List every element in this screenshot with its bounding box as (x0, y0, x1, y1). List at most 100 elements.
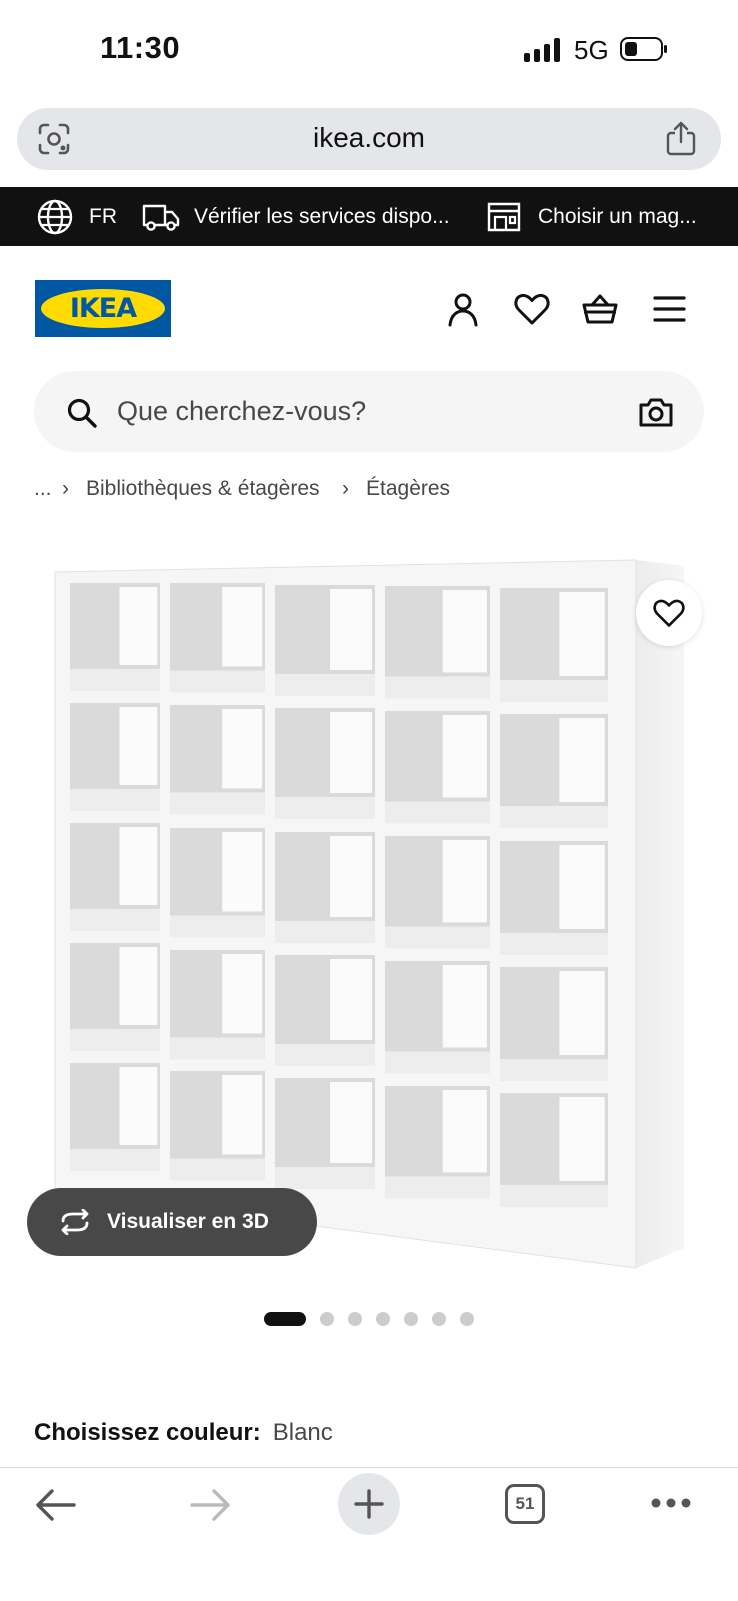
shelf-cube-floor (70, 789, 160, 811)
network-type: 5G (574, 35, 609, 65)
heart-icon (653, 599, 685, 627)
carousel-dot[interactable] (432, 1312, 446, 1326)
shelf-cube-floor (385, 1051, 490, 1074)
shelf-cube-floor (385, 926, 490, 949)
shelf-cube-opening (330, 1082, 372, 1163)
shelf-cube-floor (385, 1176, 490, 1199)
tabs-count: 51 (515, 1494, 535, 1513)
delivery-truck-icon (142, 204, 180, 231)
language-selector[interactable]: FR (37, 187, 117, 246)
globe-icon (37, 199, 73, 234)
shelf-cube-opening (330, 712, 372, 793)
shelf-cube-floor (170, 670, 265, 693)
shelf-cube-opening (119, 707, 158, 785)
shopping-basket-icon[interactable] (581, 290, 619, 328)
shelf-cube-floor (275, 1167, 375, 1189)
battery-icon (620, 37, 667, 61)
carousel-dot[interactable] (348, 1312, 362, 1326)
user-account-icon[interactable] (444, 290, 482, 328)
shelf-cube-opening (559, 592, 605, 676)
menu-icon[interactable] (651, 290, 689, 328)
shelf-cube-opening (559, 845, 605, 929)
search-input[interactable]: Que cherchez-vous? (117, 396, 366, 427)
breadcrumb-bookcases[interactable]: Bibliothèques & étagères (86, 477, 320, 501)
choose-store-label: Choisir un mag... (538, 204, 697, 228)
shelf-cube-floor (170, 1158, 265, 1181)
product-image-kallax-shelf[interactable] (0, 540, 738, 1280)
services-banner: FR Vérifier les services dispo... Choisi… (0, 187, 738, 246)
breadcrumb-shelves[interactable]: Étagères (366, 477, 450, 501)
shelf-cube-floor (275, 921, 375, 943)
color-chooser[interactable]: Choisissez couleur: Blanc (34, 1419, 333, 1447)
carousel-dot[interactable] (320, 1312, 334, 1326)
shelf-cube-opening (559, 718, 605, 802)
shelf-cube-floor (500, 933, 608, 955)
shelf-cube-floor (70, 1149, 160, 1171)
shelf-cube-opening (330, 836, 372, 917)
choose-store-link[interactable]: Choisir un mag... (486, 187, 697, 246)
shelf-cube-opening (222, 832, 263, 912)
add-to-favorites-button[interactable] (636, 580, 702, 646)
shelf-cube-floor (275, 1044, 375, 1066)
shelf-cube-floor (385, 801, 490, 824)
shelf-cube-opening (442, 715, 487, 798)
chevron-right-icon: › (342, 477, 349, 500)
shelf-cube-opening (559, 971, 605, 1055)
color-value: Blanc (272, 1419, 333, 1446)
shelf-cube-opening (222, 709, 263, 789)
shelf-cube-floor (500, 1185, 608, 1207)
store-icon (487, 202, 521, 231)
image-carousel-pagination (0, 1311, 738, 1327)
shelf-cube-floor (70, 669, 160, 691)
language-label: FR (89, 204, 117, 228)
tabs-count-button[interactable]: 51 (505, 1484, 545, 1524)
shelf-cube-floor (70, 909, 160, 931)
shelf-cube-opening (119, 1067, 158, 1145)
shelf-cube-floor (70, 1029, 160, 1051)
check-services-link[interactable]: Vérifier les services dispo... (142, 187, 450, 246)
carousel-dot[interactable] (404, 1312, 418, 1326)
shelf-cube-opening (442, 965, 487, 1048)
new-tab-button[interactable] (338, 1473, 400, 1535)
plus-icon (354, 1489, 384, 1519)
shelf-cube-opening (442, 840, 487, 923)
shelf-cube-opening (330, 959, 372, 1040)
shelf-cube-opening (222, 954, 263, 1034)
shelf-cube-opening (222, 1075, 263, 1155)
shelf-cube-opening (330, 589, 372, 670)
shelf-cube-opening (442, 1090, 487, 1173)
carousel-dot[interactable] (460, 1312, 474, 1326)
shelf-cube-opening (119, 587, 158, 665)
color-label: Choisissez couleur: (34, 1419, 261, 1446)
status-time: 11:30 (100, 30, 181, 65)
shelf-cube-floor (385, 676, 490, 699)
camera-search-icon[interactable] (638, 396, 674, 428)
share-icon[interactable] (664, 120, 698, 156)
shelf-cube-floor (275, 797, 375, 819)
check-services-label: Vérifier les services dispo... (194, 204, 450, 228)
shelf-cube-opening (222, 587, 263, 667)
breadcrumb-ellipsis[interactable]: ... (34, 477, 52, 501)
carousel-dot[interactable] (264, 1312, 306, 1326)
shelf-cube-opening (119, 827, 158, 905)
view-in-3d-button[interactable]: Visualiser en 3D (27, 1188, 317, 1256)
shelf-cube-opening (119, 947, 158, 1025)
shelf-cube-opening (442, 590, 487, 673)
back-arrow-icon[interactable] (34, 1488, 76, 1522)
shelf-cube-floor (170, 792, 265, 815)
view-in-3d-label: Visualiser en 3D (107, 1210, 269, 1233)
search-icon (67, 398, 97, 428)
shelf-cube-floor (170, 915, 265, 938)
url-text[interactable]: ikea.com (0, 122, 738, 154)
chevron-right-icon: › (62, 477, 69, 500)
shelf-cube-floor (500, 680, 608, 702)
more-options-icon[interactable] (650, 1497, 692, 1509)
forward-arrow-icon[interactable] (190, 1488, 232, 1522)
shelf-cube-floor (275, 674, 375, 696)
signal-strength-icon (524, 38, 560, 62)
rotate-3d-icon (61, 1209, 89, 1235)
carousel-dot[interactable] (376, 1312, 390, 1326)
ikea-logo[interactable]: IKEA (35, 280, 171, 337)
favorites-heart-icon[interactable] (513, 290, 551, 328)
shelf-cube-opening (559, 1097, 605, 1181)
